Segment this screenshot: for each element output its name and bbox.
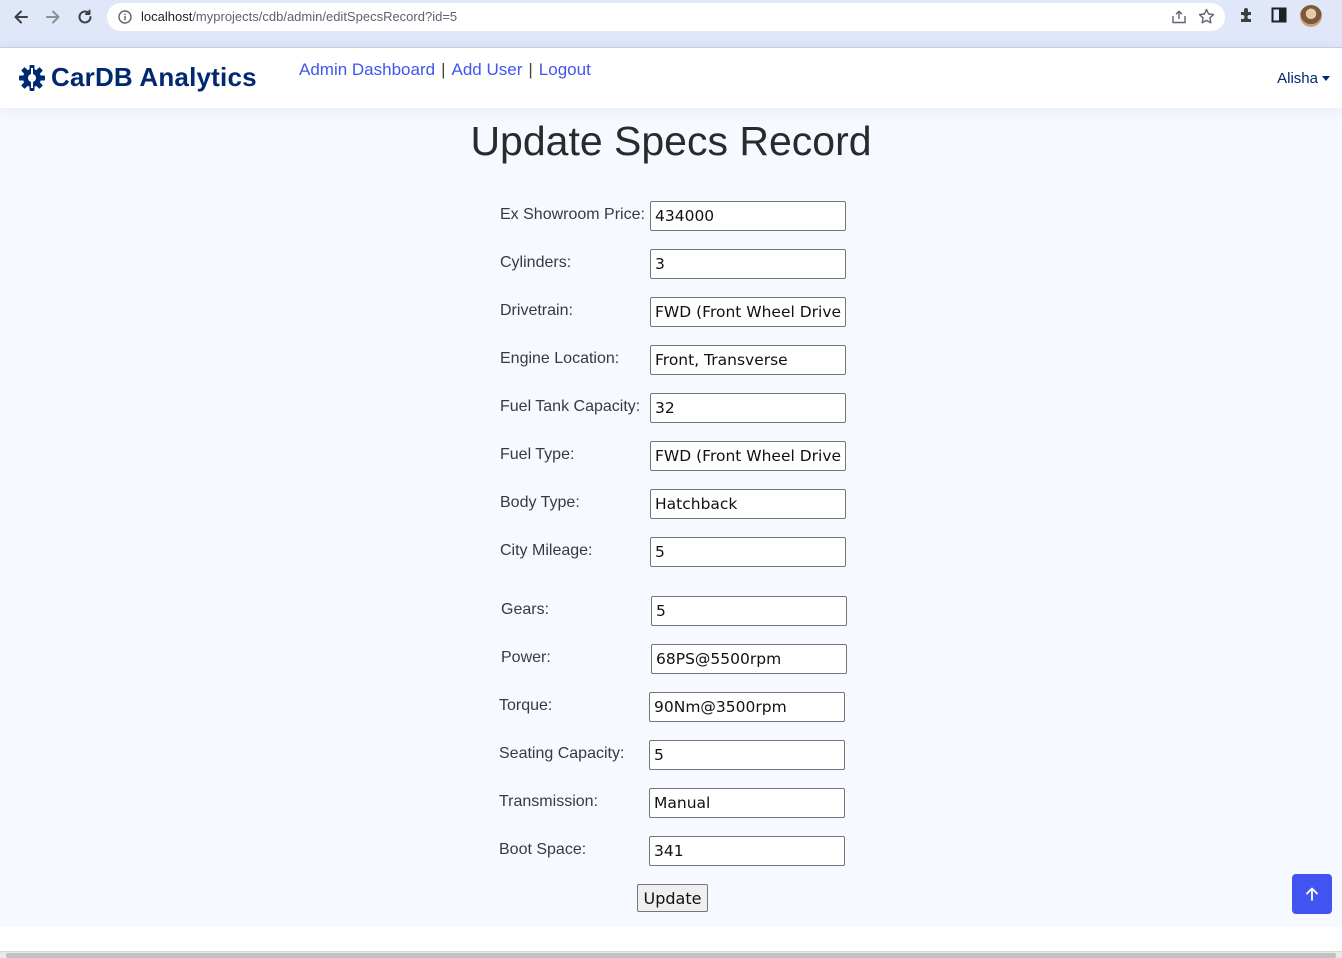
sidepanel-icon[interactable] bbox=[1270, 6, 1288, 29]
nav-logout[interactable]: Logout bbox=[539, 60, 591, 79]
field-label: Power: bbox=[501, 649, 551, 666]
engine-location-input[interactable] bbox=[650, 345, 846, 375]
bookmarks-bar bbox=[0, 36, 1342, 48]
info-icon[interactable] bbox=[118, 10, 132, 29]
seating-capacity-input[interactable] bbox=[649, 740, 845, 770]
nav-admin-dashboard[interactable]: Admin Dashboard bbox=[299, 60, 435, 79]
ex-showroom-price-input[interactable] bbox=[650, 201, 846, 231]
field-label: Boot Space: bbox=[499, 841, 587, 858]
torque-input[interactable] bbox=[649, 692, 845, 722]
field-label: Body Type: bbox=[500, 494, 580, 511]
address-bar[interactable]: localhost/myprojects/cdb/admin/editSpecs… bbox=[107, 3, 1225, 31]
url-text: localhost/myprojects/cdb/admin/editSpecs… bbox=[141, 9, 457, 24]
boot-space-input[interactable] bbox=[649, 836, 845, 866]
nav-separator: | bbox=[441, 60, 446, 79]
share-icon[interactable] bbox=[1171, 9, 1187, 30]
field-label: Fuel Type: bbox=[500, 446, 575, 463]
city-mileage-input[interactable] bbox=[650, 537, 846, 567]
url-path: /myprojects/cdb/admin/editSpecsRecord?id… bbox=[192, 9, 458, 24]
top-navigation: Admin Dashboard | Add User | Logout bbox=[299, 60, 591, 80]
power-input[interactable] bbox=[651, 644, 847, 674]
scrollbar-thumb[interactable] bbox=[6, 953, 1336, 958]
brand-name: CarDB Analytics bbox=[51, 62, 257, 92]
back-to-top-button[interactable] bbox=[1292, 874, 1332, 914]
user-name: Alisha bbox=[1277, 70, 1318, 87]
field-label: Ex Showroom Price: bbox=[500, 206, 645, 223]
fuel-tank-capacity-input[interactable] bbox=[650, 393, 846, 423]
field-label: City Mileage: bbox=[500, 542, 593, 559]
profile-avatar[interactable] bbox=[1300, 5, 1322, 27]
site-header: CarDB Analytics Admin Dashboard | Add User… bbox=[0, 48, 1342, 108]
update-button[interactable]: Update bbox=[637, 884, 708, 912]
url-host: localhost bbox=[141, 9, 193, 24]
field-label: Drivetrain: bbox=[500, 302, 573, 319]
chevron-down-icon bbox=[1322, 76, 1330, 81]
puzzle-icon[interactable] bbox=[1238, 6, 1256, 29]
forward-arrow-icon[interactable] bbox=[41, 5, 65, 29]
fuel-type-input[interactable] bbox=[650, 441, 846, 471]
page-title: Update Specs Record bbox=[470, 118, 872, 164]
back-arrow-icon[interactable] bbox=[9, 5, 33, 29]
reload-icon[interactable] bbox=[73, 5, 97, 29]
cylinders-input[interactable] bbox=[650, 249, 846, 279]
body-type-input[interactable] bbox=[650, 489, 846, 519]
nav-separator: | bbox=[528, 60, 533, 79]
brand-logo[interactable]: CarDB Analytics bbox=[18, 62, 257, 93]
arrow-up-icon bbox=[1306, 887, 1318, 901]
field-label: Seating Capacity: bbox=[499, 745, 625, 762]
nav-add-user[interactable]: Add User bbox=[452, 60, 523, 79]
browser-chrome: localhost/myprojects/cdb/admin/editSpecs… bbox=[0, 0, 1342, 48]
field-label: Transmission: bbox=[499, 793, 598, 810]
gears-input[interactable] bbox=[651, 596, 847, 626]
field-label: Torque: bbox=[499, 697, 553, 714]
field-label: Fuel Tank Capacity: bbox=[500, 398, 641, 415]
field-label: Engine Location: bbox=[500, 350, 620, 367]
user-menu[interactable]: Alisha bbox=[1277, 70, 1330, 87]
drivetrain-input[interactable] bbox=[650, 297, 846, 327]
gear-logo-icon bbox=[19, 64, 45, 91]
star-icon[interactable] bbox=[1198, 8, 1215, 30]
horizontal-scrollbar[interactable] bbox=[0, 951, 1342, 958]
transmission-input[interactable] bbox=[649, 788, 845, 818]
field-label: Gears: bbox=[501, 601, 550, 618]
field-label: Cylinders: bbox=[500, 254, 572, 271]
